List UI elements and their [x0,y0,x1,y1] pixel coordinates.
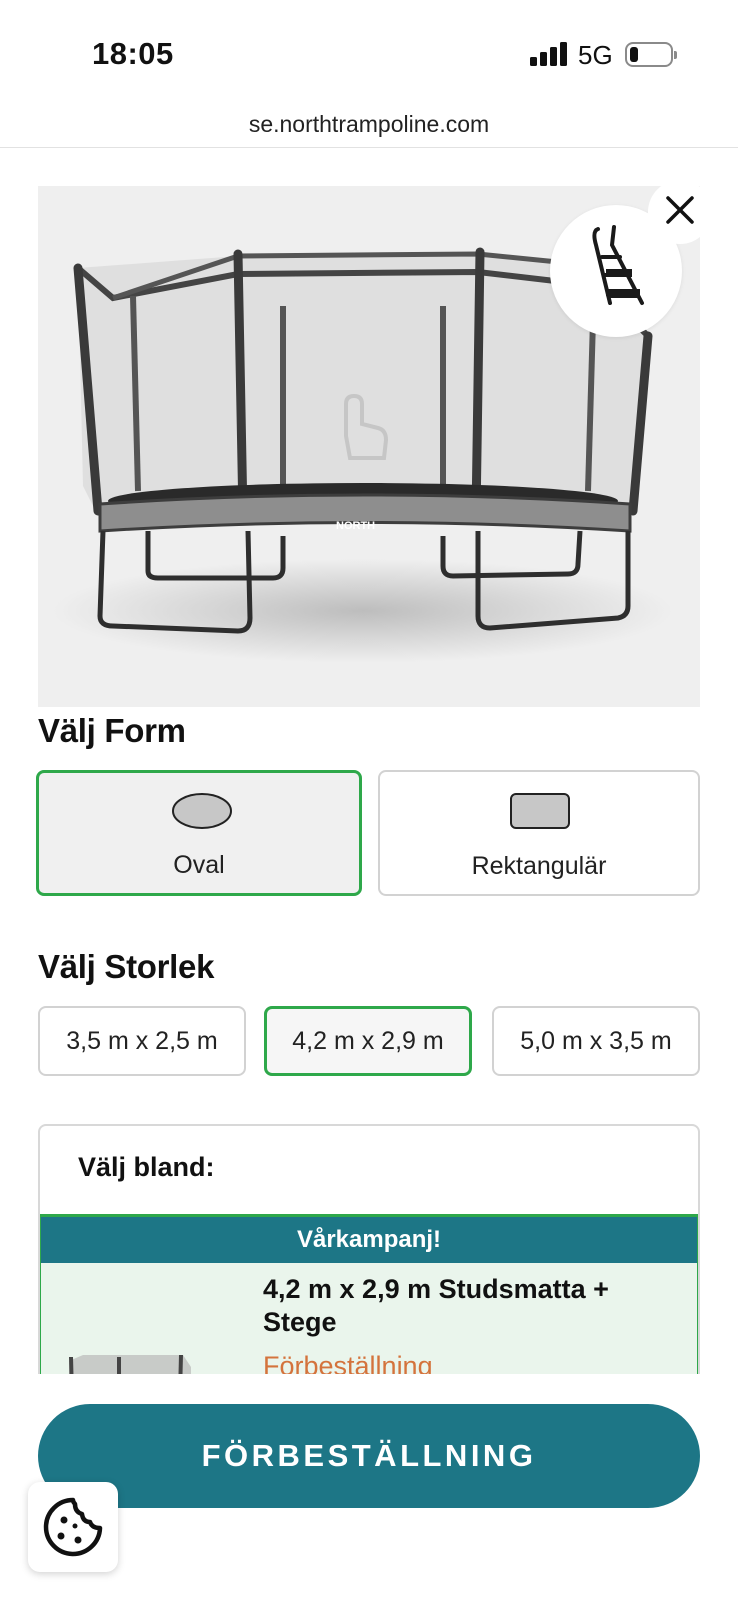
offer-title: 4,2 m x 2,9 m Studsmatta + Stege [263,1274,609,1337]
battery-icon [625,42,677,67]
status-time: 18:05 [92,36,174,71]
campaign-banner: Vårkampanj! [41,1217,697,1263]
size-option-5-0x3-5[interactable]: 5,0 m x 3,5 m [492,1006,700,1076]
rectangle-shape-icon [510,793,570,829]
signal-icon [530,42,568,66]
url-text: se.northtrampoline.com [248,111,490,137]
size-option-3-5x2-5[interactable]: 3,5 m x 2,5 m [38,1006,246,1076]
shape-option-rectangular[interactable]: Rektangulär [378,770,700,896]
shape-option-label: Oval [173,851,225,879]
url-bar[interactable]: se.northtrampoline.com [0,100,738,148]
shape-section-title: Välj Form [38,712,186,749]
cookie-icon [43,1497,103,1557]
close-button[interactable] [648,180,712,244]
svg-text:NORTH: NORTH [336,520,375,532]
bottom-action-panel: FÖRBESTÄLLNING [0,1374,738,1600]
status-bar: 18:05 5G [0,0,738,100]
size-option-4-2x2-9[interactable]: 4,2 m x 2,9 m [264,1006,472,1076]
size-section-title: Välj Storlek [38,948,215,985]
shape-option-label: Rektangulär [471,852,607,880]
close-icon [666,196,694,224]
network-label: 5G [578,40,613,70]
preorder-button[interactable]: FÖRBESTÄLLNING [38,1404,700,1508]
oval-shape-icon [172,793,232,829]
cookie-settings-button[interactable] [28,1482,118,1572]
shape-option-oval[interactable]: Oval [36,770,362,896]
choose-title: Välj bland: [78,1152,215,1182]
